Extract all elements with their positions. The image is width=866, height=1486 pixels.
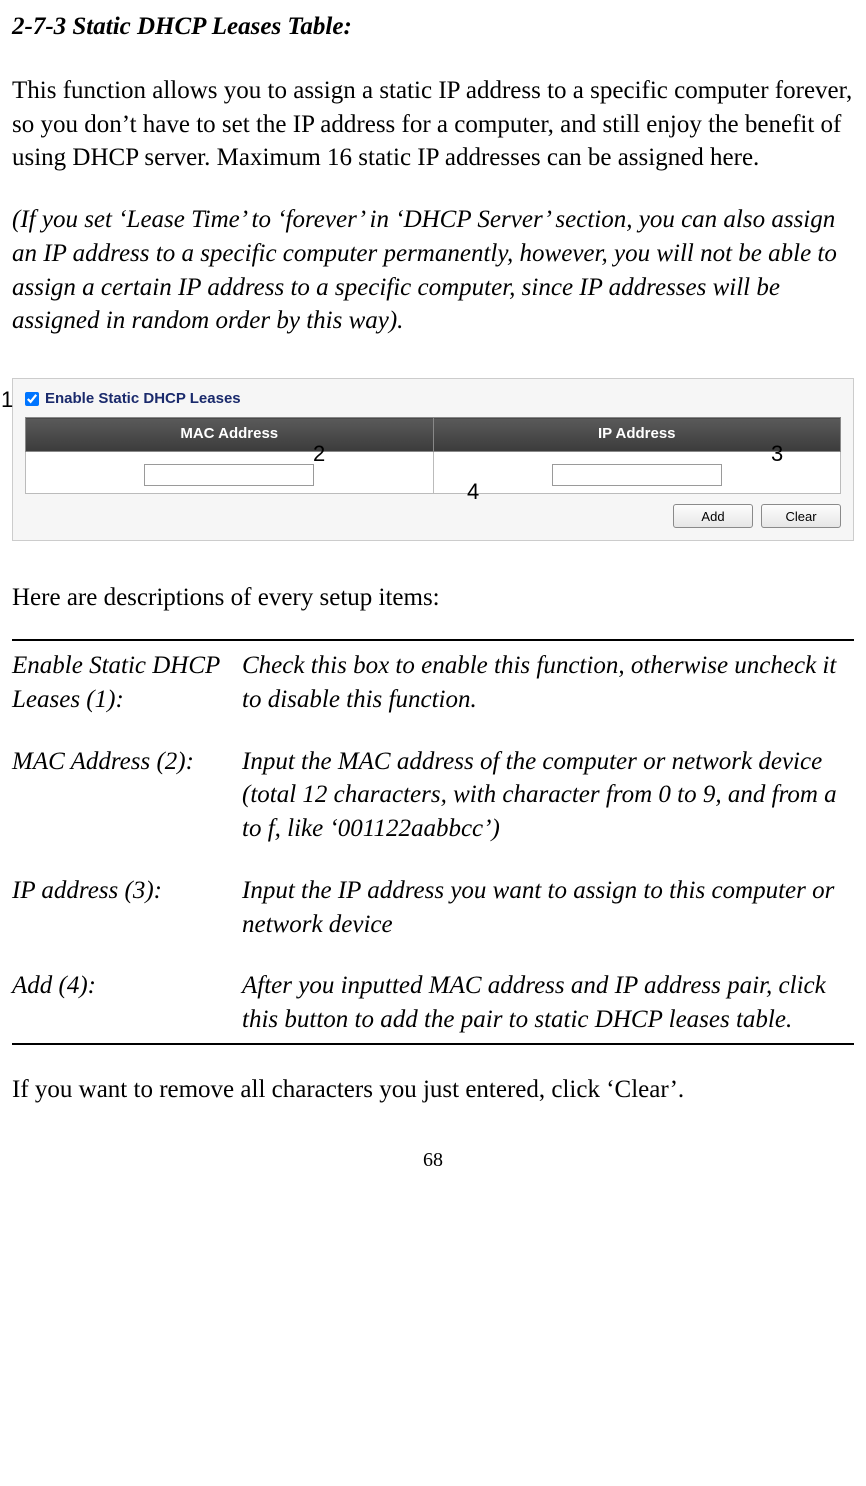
enable-static-leases-row: Enable Static DHCP Leases [25, 389, 841, 409]
desc-row-mac: MAC Address (2): Input the MAC address o… [12, 745, 854, 846]
enable-static-leases-checkbox[interactable] [25, 392, 39, 406]
note-paragraph: (If you set ‘Lease Time’ to ‘forever’ in… [12, 203, 854, 338]
page-number: 68 [12, 1147, 854, 1174]
desc-text-mac: Input the MAC address of the computer or… [242, 745, 854, 846]
desc-text-add: After you inputted MAC address and IP ad… [242, 969, 854, 1037]
callout-2: 2 [313, 439, 325, 469]
desc-label-enable: Enable Static DHCP Leases (1): [12, 649, 242, 717]
footer-paragraph: If you want to remove all characters you… [12, 1073, 854, 1107]
enable-static-leases-label: Enable Static DHCP Leases [45, 389, 241, 409]
desc-row-add: Add (4): After you inputted MAC address … [12, 969, 854, 1037]
table-header-row: MAC Address IP Address [26, 418, 841, 451]
desc-row-ip: IP address (3): Input the IP address you… [12, 874, 854, 942]
button-row: Add Clear [25, 504, 841, 528]
mac-address-input[interactable] [144, 464, 314, 486]
descriptions-block: Enable Static DHCP Leases (1): Check thi… [12, 639, 854, 1045]
callout-1: 1 [1, 385, 13, 415]
intro-paragraph: This function allows you to assign a sta… [12, 74, 854, 175]
callout-3: 3 [771, 439, 783, 469]
dhcp-leases-panel: 1 2 3 4 Enable Static DHCP Leases MAC Ad… [12, 378, 854, 541]
ip-address-input[interactable] [552, 464, 722, 486]
table-row [26, 451, 841, 494]
desc-row-enable: Enable Static DHCP Leases (1): Check thi… [12, 649, 854, 717]
desc-text-enable: Check this box to enable this function, … [242, 649, 854, 717]
clear-button[interactable]: Clear [761, 504, 841, 528]
desc-text-ip: Input the IP address you want to assign … [242, 874, 854, 942]
desc-label-add: Add (4): [12, 969, 242, 1037]
col-header-mac: MAC Address [26, 418, 434, 451]
add-button[interactable]: Add [673, 504, 753, 528]
descriptions-intro: Here are descriptions of every setup ite… [12, 581, 854, 615]
desc-label-ip: IP address (3): [12, 874, 242, 942]
desc-label-mac: MAC Address (2): [12, 745, 242, 846]
leases-table: MAC Address IP Address [25, 417, 841, 494]
section-title: 2-7-3 Static DHCP Leases Table: [12, 10, 854, 44]
callout-4: 4 [467, 477, 479, 507]
mac-cell [26, 451, 434, 494]
